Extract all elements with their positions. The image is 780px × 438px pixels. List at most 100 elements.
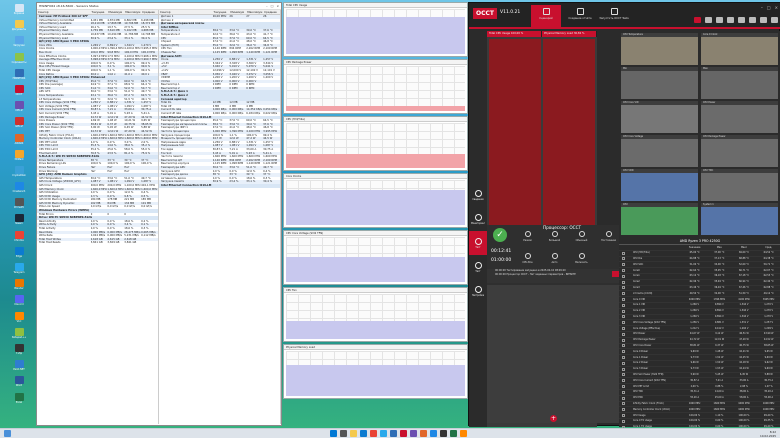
monitor-tile[interactable]: Min (621, 67, 698, 99)
sensor-checkbox[interactable] (622, 356, 625, 360)
power-icon[interactable] (771, 17, 778, 23)
col-avg[interactable]: Среднее (263, 10, 280, 14)
monitor-tile[interactable]: CPU Power (701, 101, 778, 133)
minimize-icon[interactable]: – (266, 4, 268, 8)
desktop-icon[interactable]: HWiNFO64 (2, 68, 36, 85)
test-option[interactable]: Большой (542, 231, 567, 247)
monitor-tile[interactable]: CPU Core Voltage (621, 135, 698, 167)
taskbar-app-icon[interactable] (420, 430, 427, 437)
sidebar-item[interactable]: Тест (469, 255, 487, 279)
test-option[interactable]: CPU-Все (515, 253, 540, 269)
desktop-icon[interactable]: Excel (2, 392, 36, 409)
sensor-checkbox[interactable] (622, 361, 625, 365)
taskbar-app-icon[interactable] (460, 430, 467, 437)
desktop-icon[interactable]: Загрузки (2, 36, 36, 52)
sensor-checkbox[interactable] (622, 373, 625, 377)
menu-icon[interactable] (694, 17, 701, 23)
monitor-tile[interactable]: CPU TDC (701, 169, 778, 201)
desktop-icon[interactable]: Скриншоты (2, 52, 36, 69)
col-avg[interactable]: Среднее (141, 10, 158, 14)
monitor-tile[interactable]: System 1 (701, 203, 778, 235)
sensor-checkbox[interactable] (622, 338, 625, 342)
sensor-checkbox[interactable] (622, 327, 625, 331)
desktop-icon[interactable]: Prime95 (2, 198, 36, 214)
sidebar-item[interactable]: Мониторинг (469, 207, 487, 231)
sensor-checkbox[interactable] (622, 408, 625, 412)
close-icon[interactable]: × (276, 4, 279, 8)
sensor-checkbox[interactable] (622, 379, 625, 383)
weather-icon[interactable] (4, 430, 11, 437)
sensor-checkbox[interactable] (622, 274, 625, 278)
taskbar-app-icon[interactable] (370, 430, 377, 437)
desktop-icon[interactable]: GPU-Z (2, 117, 36, 133)
minimize-icon[interactable]: – (761, 5, 763, 10)
col-min[interactable]: Минимум (107, 10, 124, 14)
sensor-checkbox[interactable] (622, 286, 625, 290)
desktop-icon[interactable]: Корзина (2, 4, 36, 20)
sensor-checkbox[interactable] (622, 344, 625, 348)
col-max[interactable]: Максимум (246, 10, 263, 14)
sidebar-item[interactable]: Настройки (469, 279, 487, 303)
sensor-checkbox[interactable] (622, 257, 625, 261)
taskbar-app-icon[interactable] (330, 430, 337, 437)
desktop-icon[interactable]: AIDA64 (2, 133, 36, 150)
graph-panel[interactable]: CPU Core Voltage (SVI2 TFN) (283, 230, 468, 285)
taskbar-app-icon[interactable] (430, 430, 437, 437)
desktop-icon[interactable]: Discord (2, 295, 36, 311)
taskbar-app-icon[interactable] (340, 430, 347, 437)
test-option[interactable]: Включить (569, 253, 594, 269)
sensor-row[interactable]: Total Host Reads 3,841 GB 3,829 GB 3,841 GB (37, 241, 158, 245)
desktop-icon[interactable]: VLC (2, 311, 36, 328)
maximize-icon[interactable]: □ (271, 4, 274, 8)
tab-report[interactable]: Создание отчёта (565, 5, 595, 27)
taskbar-app-icon[interactable] (380, 430, 387, 437)
desktop-icon[interactable]: Paint.NET (2, 360, 36, 376)
settings-icon[interactable] (760, 17, 767, 23)
graph-panel[interactable]: Total CPU Usage (283, 2, 468, 57)
sensor-group-row[interactable]: Intel Ethernet Connection I219-LM (159, 183, 280, 188)
col-current[interactable]: Текущее (91, 10, 108, 14)
sensor-checkbox[interactable] (622, 321, 625, 325)
close-icon[interactable]: × (775, 5, 778, 10)
sensor-checkbox[interactable] (622, 280, 625, 284)
monitor-tile[interactable]: CPU VDD (621, 169, 698, 201)
sensor-checkbox[interactable] (622, 251, 625, 255)
monitor-tile[interactable]: Core 0 Clock (701, 33, 778, 65)
sensor-checkbox[interactable] (622, 332, 625, 336)
test-option[interactable]: Режим (515, 231, 540, 247)
monitor-tile[interactable]: CPU (621, 203, 698, 235)
tab-tests[interactable]: Запустить OCCT Tests (599, 5, 629, 27)
taskbar-app-icon[interactable] (410, 430, 417, 437)
desktop-icon[interactable]: Edge (2, 246, 36, 263)
graph-icon[interactable] (716, 17, 723, 23)
desktop-icon[interactable]: Steam (2, 214, 36, 230)
desktop-icon[interactable]: Chrome (2, 230, 36, 247)
test-option[interactable]: Постоянная (596, 231, 621, 247)
add-button[interactable]: + (550, 415, 557, 422)
test-option[interactable]: Авто (542, 253, 567, 269)
monitor-tile[interactable]: CPU Core VID (621, 101, 698, 133)
desktop-icon[interactable]: Word (2, 376, 36, 392)
clock[interactable]: 8:22 10.02.2025 (760, 430, 776, 438)
sensor-checkbox[interactable] (622, 396, 625, 400)
graph-panel[interactable]: CPU Fan (283, 287, 468, 342)
sidebar-item[interactable]: Сведения (469, 183, 487, 207)
sensor-checkbox[interactable] (622, 269, 625, 273)
monitor-tile[interactable]: CPU Package Power (701, 135, 778, 167)
test-option[interactable]: Обычный (569, 231, 594, 247)
desktop-icon[interactable]: OCCT (2, 84, 36, 101)
sensor-checkbox[interactable] (622, 303, 625, 307)
sensor-checkbox[interactable] (622, 350, 625, 354)
share-icon[interactable] (749, 17, 756, 23)
sensor-checkbox[interactable] (622, 385, 625, 389)
taskbar-app-icon[interactable] (440, 430, 447, 437)
tab-scenario[interactable]: Сценарий (531, 5, 561, 27)
sidebar-item[interactable]: Тест (469, 231, 487, 255)
sensor-checkbox[interactable] (622, 367, 625, 371)
monitor-tile[interactable]: Max (701, 67, 778, 99)
desktop-icon[interactable]: Telegram (2, 263, 36, 279)
sensor-checkbox[interactable] (622, 315, 625, 319)
desktop-icon[interactable]: 7-Zip (2, 343, 36, 360)
maximize-icon[interactable]: □ (767, 5, 771, 10)
desktop-icon[interactable]: 3DMark (2, 149, 36, 166)
